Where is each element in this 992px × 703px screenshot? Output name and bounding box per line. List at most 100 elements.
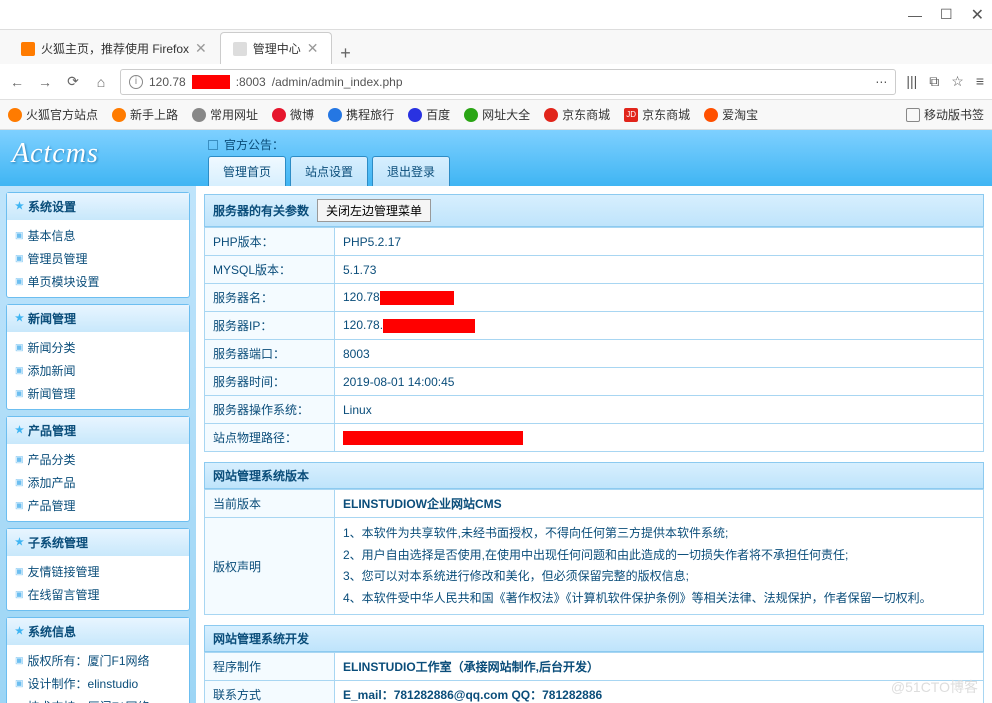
window-close[interactable]: ✕ [971,5,984,25]
favicon [21,42,35,56]
toolbar-icon-3[interactable]: ≡ [976,73,984,90]
toolbar-icon-1[interactable]: ⧉ [929,73,939,90]
bookmark-item[interactable]: 新手上路 [112,106,178,123]
mobile-bookmarks[interactable]: 移动版书签 [906,106,984,123]
param-value: 5.1.73 [335,256,984,284]
bookmark-label: 微博 [290,106,314,123]
window-titlebar: — ☐ ✕ [0,0,992,30]
bookmark-item[interactable]: 百度 [408,106,450,123]
bookmark-label: 携程旅行 [346,106,394,123]
sidebar-item[interactable]: 友情链接管理 [15,560,181,583]
param-value: ELINSTUDIO工作室（承接网站制作,后台开发） [335,653,984,681]
param-key: 站点物理路径： [205,424,335,452]
sidebar-item[interactable]: 添加产品 [15,471,181,494]
url-actions-icon[interactable]: ⋯ [875,75,887,89]
cms-tab[interactable]: 站点设置 [290,156,368,186]
sidebar-item[interactable]: 版权所有：厦门F1网络 [15,649,181,672]
bookmark-label: 常用网址 [210,106,258,123]
server-params-table: PHP版本：PHP5.2.17MYSQL版本：5.1.73服务器名：120.78… [204,227,984,452]
cms-logo: Actcms [12,138,99,170]
sidebar-item[interactable]: 产品分类 [15,448,181,471]
table-row: 服务器IP：120.78. [205,312,984,340]
sidebar-item[interactable]: 在线留言管理 [15,583,181,606]
bookmark-label: 京东商城 [562,106,610,123]
param-key: 当前版本 [205,490,335,518]
mobile-bm-label: 移动版书签 [924,106,984,123]
home-button[interactable]: ⌂ [92,74,110,90]
bookmark-label: 京东商城 [642,106,690,123]
bookmark-icon [704,108,718,122]
tab-title: 火狐主页，推荐使用 Firefox [41,40,189,57]
window-minimize[interactable]: — [908,7,922,23]
cms-tab[interactable]: 退出登录 [372,156,450,186]
bookmark-icon [328,108,342,122]
bookmark-icon [8,108,22,122]
bookmark-label: 网址大全 [482,106,530,123]
sidebar-panel: 子系统管理友情链接管理在线留言管理 [6,528,190,611]
table-row: 服务器端口：8003 [205,340,984,368]
toolbar-icon-0[interactable]: ||| [906,73,917,90]
bookmark-label: 爱淘宝 [722,106,758,123]
bookmark-item[interactable]: 网址大全 [464,106,530,123]
browser-tab[interactable]: 管理中心✕ [220,32,332,64]
sidebar-item[interactable]: 新闻分类 [15,336,181,359]
new-tab-button[interactable]: + [332,43,360,64]
bookmark-item[interactable]: 微博 [272,106,314,123]
bookmark-icon: JD [624,108,638,122]
bookmark-label: 新手上路 [130,106,178,123]
bookmark-item[interactable]: 火狐官方站点 [8,106,98,123]
reload-button[interactable]: ⟳ [64,73,82,90]
bookmark-item[interactable]: JD 京东商城 [624,106,690,123]
param-key: 服务器名： [205,284,335,312]
param-value: ELINSTUDIOW企业网站CMS [335,490,984,518]
browser-tab[interactable]: 火狐主页，推荐使用 Firefox ✕ [8,32,220,64]
param-value: 2019-08-01 14:00:45 [335,368,984,396]
table-row: 服务器操作系统：Linux [205,396,984,424]
cms-tab[interactable]: 管理首页 [208,156,286,186]
bookmark-item[interactable]: 常用网址 [192,106,258,123]
param-value [335,424,984,452]
bookmark-item[interactable]: 携程旅行 [328,106,394,123]
bookmark-item[interactable]: 爱淘宝 [704,106,758,123]
table-row: MYSQL版本：5.1.73 [205,256,984,284]
sidebar-panel: 系统设置基本信息管理员管理单页模块设置 [6,192,190,298]
copyright-text: 1、本软件为共享软件,未经书面授权，不得向任何第三方提供本软件系统;2、用户自由… [335,518,984,615]
forward-button[interactable]: → [36,74,54,90]
param-key: 程序制作 [205,653,335,681]
param-key: 版权声明 [205,518,335,615]
back-button[interactable]: ← [8,74,26,90]
site-info-icon[interactable]: i [129,75,143,89]
sidebar-item[interactable]: 新闻管理 [15,382,181,405]
announcement: 官方公告： [208,136,284,153]
param-key: 服务器操作系统： [205,396,335,424]
url-port: :8003 [236,75,266,89]
toggle-sidebar-button[interactable]: 关闭左边管理菜单 [317,199,431,222]
sidebar-item[interactable]: 管理员管理 [15,247,181,270]
redacted-block [383,319,475,333]
param-key: 服务器IP： [205,312,335,340]
param-key: 服务器端口： [205,340,335,368]
url-input[interactable]: i 120.78:8003/admin/admin_index.php ⋯ [120,69,896,95]
sidebar-panel: 系统信息版权所有：厦门F1网络设计制作：elinstudio技术支持：厦门F1网… [6,617,190,703]
panel-title: 系统信息 [7,618,189,645]
version-table: 当前版本ELINSTUDIOW企业网站CMS版权声明1、本软件为共享软件,未经书… [204,489,984,615]
sidebar-item[interactable]: 单页模块设置 [15,270,181,293]
toolbar-icon-2[interactable]: ☆ [951,73,964,90]
bookmark-item[interactable]: 京东商城 [544,106,610,123]
param-key: 服务器时间： [205,368,335,396]
sidebar-item[interactable]: 添加新闻 [15,359,181,382]
table-row: 当前版本ELINSTUDIOW企业网站CMS [205,490,984,518]
window-maximize[interactable]: ☐ [940,6,953,23]
sidebar-item[interactable]: 基本信息 [15,224,181,247]
table-row: 服务器名：120.78 [205,284,984,312]
sidebar-item[interactable]: 产品管理 [15,494,181,517]
param-key: MYSQL版本： [205,256,335,284]
sidebar-item[interactable]: 设计制作：elinstudio [15,672,181,695]
sidebar-item[interactable]: 技术支持：厦门F1网络 [15,695,181,703]
param-key: PHP版本： [205,228,335,256]
bookmark-icon [192,108,206,122]
tab-close-icon[interactable]: ✕ [195,40,207,57]
param-value: 8003 [335,340,984,368]
tab-close-icon[interactable]: ✕ [307,40,319,57]
table-row: 服务器时间：2019-08-01 14:00:45 [205,368,984,396]
